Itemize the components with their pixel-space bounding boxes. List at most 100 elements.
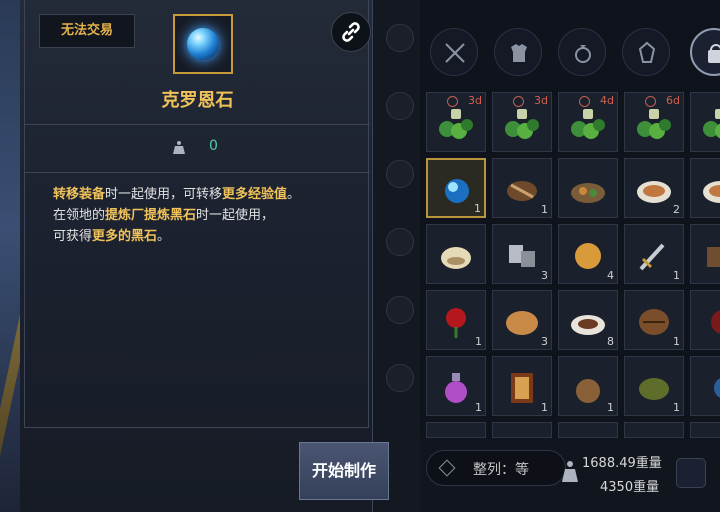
swords-icon bbox=[445, 43, 465, 63]
item-count: 3 bbox=[541, 269, 548, 282]
inventory-tabs bbox=[420, 16, 720, 88]
item-icon-frame bbox=[173, 14, 233, 74]
rose-icon bbox=[437, 305, 475, 339]
desc-line: 可获得更多的黑石。 bbox=[53, 226, 353, 247]
item-count: 1 bbox=[541, 401, 548, 414]
dimmed-side-menu bbox=[372, 0, 420, 512]
inventory-slot[interactable]: 1 bbox=[492, 158, 552, 218]
chest-icon bbox=[701, 239, 720, 273]
inventory-slot[interactable]: 1 bbox=[426, 158, 486, 218]
item-name: 克罗恩石 bbox=[161, 90, 234, 111]
inventory-slot[interactable]: 4 bbox=[558, 224, 618, 284]
item-count: 1 bbox=[474, 202, 481, 215]
inventory-slot[interactable] bbox=[426, 422, 486, 438]
tab-accessory[interactable] bbox=[558, 28, 606, 76]
expiry-time: 4d bbox=[600, 94, 614, 107]
desc-line: 在领地的提炼厂提炼黑石时一起使用， bbox=[53, 205, 353, 226]
picture-frame-icon bbox=[503, 371, 541, 405]
item-count: 1 bbox=[673, 335, 680, 348]
moss-stone-icon bbox=[635, 371, 673, 405]
inventory-slot[interactable]: 1 bbox=[426, 356, 486, 416]
inventory-slot[interactable]: 3d bbox=[426, 92, 486, 152]
inventory-slot[interactable] bbox=[690, 422, 720, 438]
item-count: 3 bbox=[541, 335, 548, 348]
inventory-slot[interactable]: 3 bbox=[492, 224, 552, 284]
inventory-slot[interactable] bbox=[690, 158, 720, 218]
dumpling-icon bbox=[437, 239, 475, 273]
weight-icon bbox=[562, 461, 578, 482]
tooltip-body: 无法交易 克罗恩石 0 转移装备时一起使用，可转移更多经验值。 在领地的提炼厂提… bbox=[24, 0, 371, 428]
item-count: 4 bbox=[607, 269, 614, 282]
highlight-text: 提炼厂 bbox=[105, 208, 145, 223]
inventory-slot[interactable]: 1 bbox=[624, 224, 684, 284]
clock-icon bbox=[579, 96, 590, 107]
tab-materials[interactable] bbox=[622, 28, 670, 76]
highlight-text: 更多的黑石 bbox=[92, 229, 158, 244]
item-count: 1 bbox=[607, 401, 614, 414]
blue-item-icon bbox=[701, 371, 720, 405]
description-text: 。 bbox=[287, 187, 301, 202]
inventory-slot[interactable] bbox=[492, 422, 552, 438]
storage-chest-button[interactable] bbox=[676, 458, 706, 488]
item-weight-value: 0 bbox=[209, 138, 218, 154]
highlight-text: 提炼黑石 bbox=[144, 208, 197, 223]
item-count: 1 bbox=[475, 335, 482, 348]
clock-icon bbox=[513, 96, 524, 107]
steak-plate-icon bbox=[569, 305, 607, 339]
inventory-slot[interactable]: 6d bbox=[624, 92, 684, 152]
inventory-slot[interactable] bbox=[690, 290, 720, 350]
crystal-icon bbox=[638, 41, 656, 63]
description-text: 时一起使用，可转移 bbox=[105, 187, 223, 202]
inventory-slot[interactable] bbox=[558, 158, 618, 218]
potion-icon bbox=[437, 371, 475, 405]
inventory-slot[interactable]: 3d bbox=[492, 92, 552, 152]
inventory-slot[interactable]: 3 bbox=[492, 290, 552, 350]
inventory-slot[interactable] bbox=[690, 92, 720, 152]
desc-line: 转移装备时一起使用，可转移更多经验值。 bbox=[53, 184, 353, 205]
item-tooltip-panel: 无法交易 克罗恩石 0 转移装备时一起使用，可转移更多经验值。 在领地的提炼厂提… bbox=[20, 0, 389, 512]
inventory-slot[interactable] bbox=[426, 224, 486, 284]
description-text: 在领地的 bbox=[53, 208, 106, 223]
sort-icon bbox=[438, 459, 456, 477]
herb-bundle-icon bbox=[503, 107, 541, 141]
caphras-stone-icon bbox=[187, 28, 219, 60]
item-count: 1 bbox=[673, 401, 680, 414]
link-button[interactable] bbox=[331, 12, 371, 52]
description-text: 可获得 bbox=[53, 229, 93, 244]
untradeable-badge: 无法交易 bbox=[39, 14, 135, 48]
pouch-icon bbox=[569, 371, 607, 405]
herb-bundle-icon bbox=[437, 107, 475, 141]
ring-icon bbox=[575, 45, 591, 63]
inventory-slot[interactable] bbox=[558, 422, 618, 438]
food-plate-icon bbox=[701, 173, 720, 207]
clock-icon bbox=[447, 96, 458, 107]
inventory-slot[interactable]: 2 bbox=[624, 158, 684, 218]
sort-dropdown[interactable]: 整列：等 bbox=[426, 450, 566, 486]
inventory-slot[interactable]: 1 bbox=[624, 290, 684, 350]
item-description: 转移装备时一起使用，可转移更多经验值。 在领地的提炼厂提炼黑石时一起使用， 可获… bbox=[53, 184, 353, 247]
current-weight: 1688.49重量 bbox=[582, 456, 662, 471]
background-art-strip bbox=[0, 0, 34, 512]
item-count: 8 bbox=[607, 335, 614, 348]
divider bbox=[25, 124, 370, 125]
inventory-slot[interactable]: 1 bbox=[492, 356, 552, 416]
item-count: 1 bbox=[673, 269, 680, 282]
start-crafting-button[interactable]: 开始制作 bbox=[299, 442, 389, 500]
tab-weapons[interactable] bbox=[430, 28, 478, 76]
herb-bundle-icon bbox=[701, 107, 720, 141]
inventory-slot[interactable]: 1 bbox=[624, 356, 684, 416]
tab-all[interactable] bbox=[690, 28, 720, 76]
inventory-slot[interactable] bbox=[690, 224, 720, 284]
herb-bundle-icon bbox=[569, 107, 607, 141]
inventory-slot[interactable]: 1 bbox=[558, 356, 618, 416]
inventory-slot[interactable]: 1 bbox=[426, 290, 486, 350]
clock-icon bbox=[645, 96, 656, 107]
inventory-slot[interactable]: 4d bbox=[558, 92, 618, 152]
cracker-icon bbox=[569, 239, 607, 273]
inventory-slot[interactable] bbox=[624, 422, 684, 438]
highlight-text: 转移装备 bbox=[53, 187, 106, 202]
inventory-slot[interactable]: 8 bbox=[558, 290, 618, 350]
inventory-slot[interactable] bbox=[690, 356, 720, 416]
max-weight: 4350重量 bbox=[600, 480, 660, 495]
tab-armor[interactable] bbox=[494, 28, 542, 76]
